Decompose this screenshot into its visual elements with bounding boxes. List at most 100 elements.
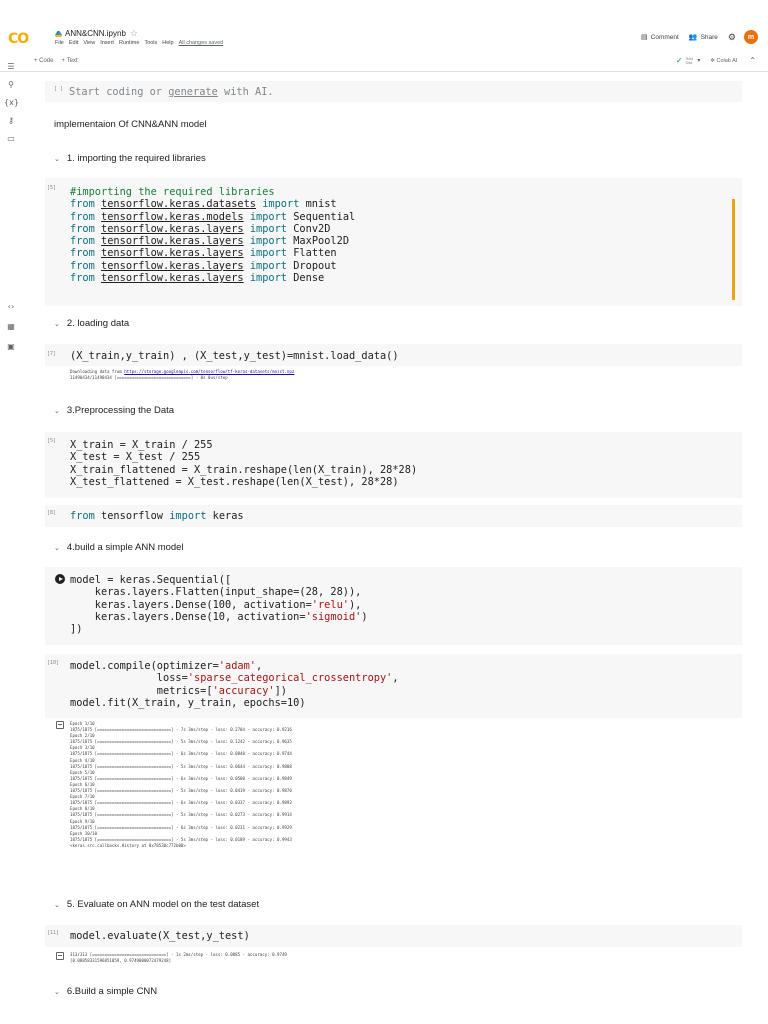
output-line: 1875/1875 [=============================… [70,800,292,806]
variables-icon[interactable]: {x} [4,98,19,107]
chevron-down-icon[interactable]: ⌄ [54,544,60,552]
gear-icon[interactable]: ⚙ [728,32,736,43]
code-ann-model: model = keras.Sequential([ keras.layers.… [70,574,368,636]
import-line: from tensorflow.keras.layers import Dens… [70,272,325,285]
output-line: Epoch 1/10 [70,721,95,726]
load-data-output: Downloading data from https://storage.go… [70,369,295,381]
menu-file[interactable]: File [55,40,64,46]
output-line: Epoch 9/10 [70,818,95,824]
code-imports: #importing the required libraries from t… [70,186,356,285]
output-line: 1875/1875 [=============================… [70,836,292,842]
toc-icon[interactable]: ☰ [4,62,18,71]
code-load-data: (X_train,y_train) , (X_test,y_test)=mnis… [70,350,399,362]
chevron-down-icon[interactable]: ⌄ [54,320,60,328]
generate-link[interactable]: generate [168,86,218,98]
share-label: Share [700,33,718,41]
code-evaluate: model.evaluate(X_test,y_test) [70,930,250,942]
colab-ai-button[interactable]: ✲ Colab AI [710,58,737,64]
code-snippets-icon[interactable]: ‹› [4,302,18,311]
menu-edit[interactable]: Edit [69,40,78,46]
output-line: 1875/1875 [=============================… [70,788,292,794]
ai-hint-text: Start coding or generate with AI. [69,86,274,98]
menu-insert[interactable]: Insert [100,40,114,46]
code-compile-fit: model.compile(optimizer='adam', loss='sp… [70,660,399,709]
colab-logo[interactable]: CO [8,31,29,47]
notebook-title-row: ANN&CNN.ipynb ☆ [55,28,138,39]
import-line: from tensorflow.keras.layers import Conv… [70,222,331,235]
menu-view[interactable]: View [83,40,95,46]
runtime-dropdown-icon[interactable]: ▾ [697,57,700,64]
files-folder-icon[interactable]: ▭ [4,134,18,143]
menu-tools[interactable]: Tools [144,40,157,46]
people-icon: 👥 [688,34,698,41]
resource-monitor[interactable]: RAM Disk [686,57,694,65]
search-icon[interactable]: ⚲ [4,80,18,89]
chevron-up-icon[interactable]: ⌃ [749,56,756,65]
comment-icon: ▤ [641,34,648,41]
training-output: Epoch 1/10 1875/1875 [==================… [70,721,292,849]
top-bar: CO ANN&CNN.ipynb ☆ File Edit View Insert… [0,0,768,58]
cell-prompt: [10] [47,660,60,666]
output-line: Epoch 3/10 [70,745,95,751]
section-heading-5[interactable]: ⌄ 5. Evaluate on ANN model on the test da… [54,899,259,910]
share-button[interactable]: 👥 Share [688,33,718,42]
output-line: 1875/1875 [=============================… [70,812,292,818]
output-line: Epoch 8/10 [70,806,95,812]
cell-prompt: [7] [47,351,57,357]
import-line: from tensorflow.keras.layers import Flat… [70,247,337,260]
import-line: from tensorflow.keras.layers import Drop… [70,259,337,272]
output-line: Epoch 5/10 [70,769,95,775]
colab-ai-label: Colab AI [716,57,738,64]
chevron-down-icon[interactable]: ⌄ [54,407,60,415]
disk-label: Disk [685,60,693,65]
import-line: from tensorflow.keras.layers import MaxP… [70,235,350,248]
secrets-key-icon[interactable]: ⚷ [4,116,18,125]
menu-bar: File Edit View Insert Runtime Tools Help… [55,40,228,46]
output-line: Epoch 4/10 [70,757,95,763]
output-actions-icon[interactable] [56,952,64,960]
chevron-down-icon[interactable]: ⌄ [54,988,60,996]
notebook-toolbar: + Code + Text ✓ RAM Disk ▾ ✲ Colab AI ⌃ [0,54,768,72]
output-line: 1875/1875 [=============================… [70,775,292,781]
section-heading-4[interactable]: ⌄ 4.build a simple ANN model [54,542,184,553]
output-line: Epoch 2/10 [70,733,95,739]
add-code-button[interactable]: + Code [34,58,54,64]
output-line: 1875/1875 [=============================… [70,727,292,733]
output-line: <keras.src.callbacks.History at 0x78530c… [70,842,186,848]
connected-check-icon: ✓ [675,56,683,65]
section-heading-2[interactable]: ⌄ 2. loading data [54,318,129,329]
terminal-icon[interactable]: ▣ [4,342,18,351]
section-heading-1[interactable]: ⌄ 1. importing the required libraries [54,153,206,164]
comment-button[interactable]: ▤ Comment [641,33,679,42]
menu-help[interactable]: Help [162,40,173,46]
import-line: from tensorflow.keras.datasets import mn… [70,198,337,211]
cell-prompt: [ ] [54,86,64,92]
run-cell-button[interactable] [55,574,65,584]
notebook-filename[interactable]: ANN&CNN.ipynb [65,29,126,38]
section-heading-6[interactable]: ⌄ 6.Build a simple CNN [54,986,157,997]
section-heading-3[interactable]: ⌄ 3.Preprocessing the Data [54,405,174,416]
menu-runtime[interactable]: Runtime [119,40,139,46]
code-preprocess: X_train = X_train / 255 X_test = X_test … [70,439,418,488]
left-rail: ☰ ⚲ {x} ⚷ ▭ ‹› ▦ ▣ [0,60,22,1024]
chevron-down-icon[interactable]: ⌄ [54,901,60,909]
avatar[interactable]: m [744,30,758,44]
comment-label: Comment [650,33,679,41]
output-line: 1875/1875 [=============================… [70,739,292,745]
code-import-keras: from tensorflow import keras [70,510,244,522]
chevron-down-icon[interactable]: ⌄ [54,155,60,163]
top-right-actions: ▤ Comment 👥 Share ⚙ m [641,30,758,44]
mnist-url-link[interactable]: https://storage.googleapis.com/tensorflo… [124,369,294,374]
drive-icon [55,30,62,37]
cell-prompt: [8] [47,510,57,516]
add-text-button[interactable]: + Text [62,58,78,64]
output-actions-icon[interactable] [56,721,64,729]
cell-scroll-indicator [732,199,735,300]
output-line: 1875/1875 [=============================… [70,763,292,769]
star-icon[interactable]: ☆ [130,28,138,39]
save-status[interactable]: All changes saved [179,40,224,46]
cell-prompt: [5] [47,185,57,191]
import-line: from tensorflow.keras.models import Sequ… [70,210,356,223]
command-palette-icon[interactable]: ▦ [4,322,18,331]
cell-prompt: [11] [47,930,60,936]
